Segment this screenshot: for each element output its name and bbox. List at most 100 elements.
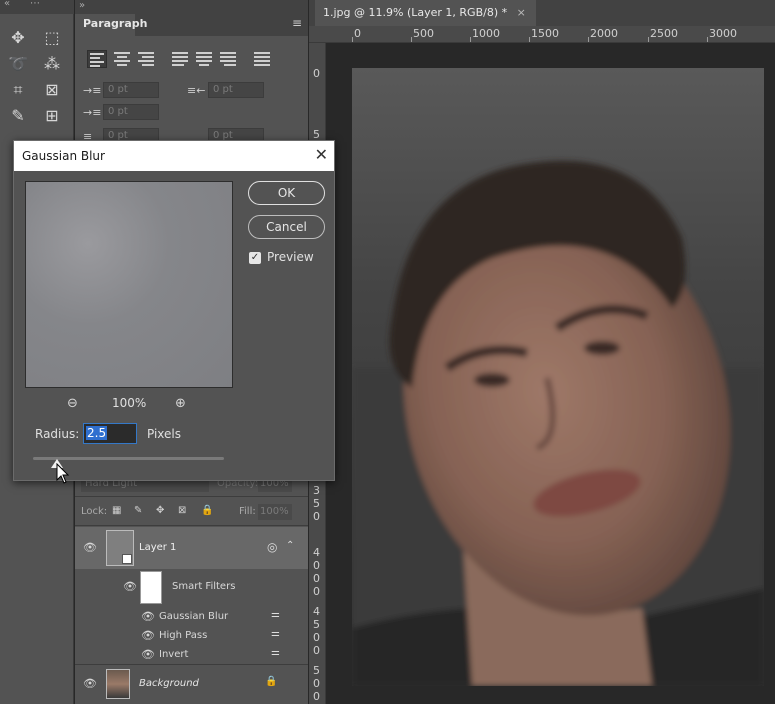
ruler-label: 500 xyxy=(413,27,434,40)
blending-options-icon[interactable]: ⚌ xyxy=(271,609,280,620)
zoom-in-icon[interactable]: ⊕ xyxy=(175,396,186,411)
ruler-label: 0 xyxy=(354,27,361,40)
ruler-label: 4 0 0 0 xyxy=(313,546,320,598)
ruler-label: 1500 xyxy=(531,27,559,40)
gaussian-blur-dialog: Gaussian Blur ✕ OK Cancel ✓ Preview ⊖ 10… xyxy=(13,140,335,481)
preview-checkbox[interactable]: ✓ xyxy=(249,252,261,264)
visibility-eye-icon[interactable]: 👁 xyxy=(141,629,155,642)
lock-paint-icon[interactable]: ✎ xyxy=(134,505,142,516)
justify-left-button[interactable] xyxy=(170,50,190,68)
indent-right-icon: ≡← xyxy=(187,84,206,97)
document-image[interactable] xyxy=(352,68,764,686)
fill-field[interactable]: 100% xyxy=(258,504,292,520)
smart-object-thumbnail xyxy=(106,530,134,566)
layer-row[interactable]: 👁 Layer 1 ◎ ⌃ xyxy=(75,527,308,569)
layer-name[interactable]: Background xyxy=(139,678,199,689)
indent-left-field[interactable]: 0 pt xyxy=(103,82,159,98)
lock-label: Lock: xyxy=(81,506,108,517)
visibility-eye-icon[interactable]: 👁 xyxy=(123,580,137,593)
ruler-label: 3 5 0 xyxy=(313,484,320,523)
close-icon[interactable]: ✕ xyxy=(315,145,328,164)
align-left-button[interactable] xyxy=(87,50,107,68)
layers-panel: Hard Light Opacity: 100% Lock: ▦ ✎ ✥ ⊠ 🔒… xyxy=(75,470,308,704)
justify-center-button[interactable] xyxy=(194,50,214,68)
collapse-icon[interactable]: « xyxy=(4,0,10,9)
document-tab-bar: 1.jpg @ 11.9% (Layer 1, RGB/8) * × xyxy=(309,0,775,26)
document-tab[interactable]: 1.jpg @ 11.9% (Layer 1, RGB/8) * × xyxy=(315,0,536,26)
move-tool-icon[interactable]: ✥ xyxy=(6,26,30,50)
lock-row: Lock: ▦ ✎ ✥ ⊠ 🔒 Fill: 100% xyxy=(75,504,308,520)
document-title: 1.jpg @ 11.9% (Layer 1, RGB/8) * xyxy=(323,6,508,19)
filter-row[interactable]: 👁 Invert ⚌ xyxy=(75,646,308,665)
ok-button[interactable]: OK xyxy=(248,181,325,205)
collapse-arrow-icon[interactable]: ⌃ xyxy=(286,540,294,551)
frame-tool-icon[interactable]: ⊠ xyxy=(40,78,64,102)
layer-thumbnail xyxy=(106,669,130,699)
cancel-button[interactable]: Cancel xyxy=(248,215,325,239)
ruler-label: 3000 xyxy=(709,27,737,40)
layer-row[interactable]: 👁 Background 🔒 xyxy=(75,666,308,702)
align-right-button[interactable] xyxy=(136,50,156,68)
patch-tool-icon[interactable]: ⊞ xyxy=(40,104,64,128)
lock-transparent-icon[interactable]: ▦ xyxy=(112,505,121,516)
ruler-label: 2500 xyxy=(650,27,678,40)
ruler-label: 2000 xyxy=(590,27,618,40)
zoom-level: 100% xyxy=(112,396,147,410)
fill-label: Fill: xyxy=(239,506,256,517)
visibility-eye-icon[interactable]: 👁 xyxy=(141,610,155,623)
radius-unit: Pixels xyxy=(147,427,182,441)
preview-thumbnail[interactable] xyxy=(25,181,233,388)
ruler-label: 4 5 0 0 xyxy=(313,605,320,657)
close-tab-icon[interactable]: × xyxy=(517,6,526,19)
grip-icon[interactable]: ⋯ xyxy=(30,0,40,9)
filter-name[interactable]: Invert xyxy=(159,649,188,660)
divider xyxy=(75,664,308,665)
marquee-tool-icon[interactable]: ⬚ xyxy=(40,26,64,50)
ruler-label: 1000 xyxy=(472,27,500,40)
ruler-label: 5 0 0 xyxy=(313,664,320,703)
blending-options-icon[interactable]: ⚌ xyxy=(271,647,280,658)
lock-position-icon[interactable]: ✥ xyxy=(156,505,164,516)
align-center-button[interactable] xyxy=(112,50,132,68)
layer-name[interactable]: Layer 1 xyxy=(139,542,176,553)
crop-tool-icon[interactable]: ⌗ xyxy=(6,78,30,102)
preview-label: Preview xyxy=(267,250,314,264)
lasso-tool-icon[interactable]: ➰ xyxy=(6,52,30,76)
eyedropper-icon[interactable]: ✎ xyxy=(6,104,30,128)
radius-input[interactable]: 2.5 xyxy=(83,423,137,444)
filter-name[interactable]: High Pass xyxy=(159,630,207,641)
visibility-eye-icon[interactable]: 👁 xyxy=(141,648,155,661)
lock-icon: 🔒 xyxy=(265,676,278,687)
smart-filters-row[interactable]: 👁 Smart Filters xyxy=(75,570,308,606)
smart-filters-label: Smart Filters xyxy=(172,581,236,592)
visibility-eye-icon[interactable]: 👁 xyxy=(83,677,97,690)
dialog-titlebar[interactable]: Gaussian Blur ✕ xyxy=(14,141,334,171)
ruler-horizontal: 0 500 1000 1500 2000 2500 3000 xyxy=(309,26,775,43)
lock-artboard-icon[interactable]: ⊠ xyxy=(178,505,186,516)
lock-all-icon[interactable]: 🔒 xyxy=(201,505,213,516)
panel-menu-icon[interactable]: ≡ xyxy=(292,16,302,30)
zoom-out-icon[interactable]: ⊖ xyxy=(67,396,78,411)
justify-right-button[interactable] xyxy=(218,50,238,68)
first-line-indent-icon: →≡ xyxy=(83,106,102,119)
filter-mask-thumbnail[interactable] xyxy=(140,571,162,604)
tools-panel-header[interactable]: « ⋯ xyxy=(0,0,74,14)
radius-value: 2.5 xyxy=(86,426,108,440)
collapse-icon[interactable]: » xyxy=(79,0,85,11)
magic-wand-icon[interactable]: ⁂ xyxy=(40,52,64,76)
portrait-photo xyxy=(352,68,764,686)
dialog-title: Gaussian Blur xyxy=(22,149,105,163)
indent-right-field[interactable]: 0 pt xyxy=(208,82,264,98)
divider xyxy=(75,525,308,526)
visibility-eye-icon[interactable]: 👁 xyxy=(83,541,97,554)
radius-label: Radius: xyxy=(35,427,80,441)
blending-options-icon[interactable]: ⚌ xyxy=(271,628,280,639)
filter-row[interactable]: 👁 High Pass ⚌ xyxy=(75,627,308,646)
mouse-cursor-icon xyxy=(56,463,70,484)
tab-paragraph[interactable]: Paragraph xyxy=(75,14,147,36)
filter-name[interactable]: Gaussian Blur xyxy=(159,611,228,622)
indent-left-icon: →≡ xyxy=(83,84,102,97)
filter-row[interactable]: 👁 Gaussian Blur ⚌ xyxy=(75,608,308,627)
first-line-indent-field[interactable]: 0 pt xyxy=(103,104,159,120)
justify-all-button[interactable] xyxy=(252,50,272,68)
